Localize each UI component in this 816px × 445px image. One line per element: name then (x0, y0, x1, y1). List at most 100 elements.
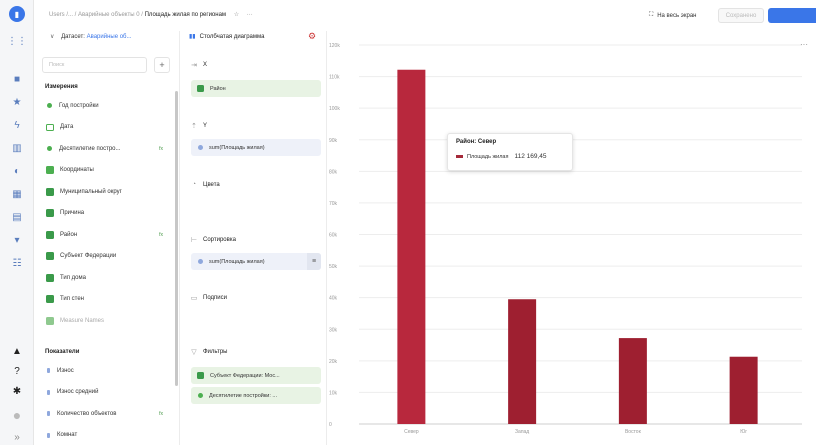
bar[interactable] (618, 338, 647, 424)
field-search-input[interactable]: Поиск (42, 57, 147, 73)
y-tick-label: 80k (329, 169, 338, 175)
app-logo-icon[interactable]: ▮ (9, 6, 25, 22)
labels-label: Подписи (203, 295, 227, 301)
collapse-icon[interactable]: » (10, 430, 24, 444)
favorites-icon[interactable]: ★ (10, 95, 24, 109)
apps-grid-icon[interactable]: ⋮⋮ (7, 34, 27, 48)
user-avatar[interactable]: ● (10, 407, 24, 423)
charts-icon[interactable]: ◐ (10, 164, 24, 178)
pin-icon[interactable]: ▲ (10, 344, 24, 358)
y-tick-label: 100k (329, 106, 340, 112)
left-nav-rail: ▮ ⋮⋮ ■ ★ ϟ ▥ ◐ ▦ ▤ ▾ ☷ ▲ ? ✱ ● » (0, 0, 34, 445)
filter-chip[interactable]: Субъект Федерации: Мос... (191, 367, 321, 384)
y-axis-label: Y (203, 123, 208, 129)
filter-chip[interactable]: Десятилетие постройки: ... (191, 387, 321, 404)
save-button[interactable]: Сохранено (718, 8, 764, 23)
measure-icon (198, 145, 203, 150)
dimension-type-icon (46, 187, 54, 196)
help-icon[interactable]: ? (10, 364, 24, 378)
bar[interactable] (397, 69, 426, 424)
field-label: Measure Names (60, 317, 105, 324)
field-label: Тип стен (60, 296, 84, 302)
visualization-type-label: Столбчатая диаграмма (199, 33, 265, 40)
more-icon[interactable]: ··· (247, 12, 253, 18)
chart-settings-icon[interactable]: ⚙ (308, 31, 316, 42)
x-chip-label: Район (210, 85, 226, 92)
bar[interactable] (729, 356, 758, 424)
dimension-field[interactable]: Measure Names (42, 312, 167, 329)
y-tick-label: 0 (329, 422, 332, 428)
y-axis-icon: ⇡ (191, 123, 197, 130)
x-tick-label: Восток (625, 429, 642, 435)
visualization-type-selector[interactable]: ▮▮ Столбчатая диаграмма (189, 33, 265, 41)
favorite-star-icon[interactable]: ☆ (234, 12, 239, 18)
field-label: Тип дома (60, 274, 86, 281)
dataset-label: Датасет: (61, 34, 85, 40)
dimension-field[interactable]: Десятилетие постро... fx (42, 140, 167, 157)
dimension-field[interactable]: Тип дома (42, 269, 167, 286)
sort-chip-label: sum(Площадь жилая) (209, 258, 265, 265)
dimension-dot-icon (47, 103, 52, 108)
x-axis-section: ⇥ X (190, 61, 207, 69)
filters-label: Фильтры (203, 349, 228, 355)
datasets-icon[interactable]: ▥ (10, 141, 24, 155)
dimension-field[interactable]: Муниципальный округ (42, 183, 167, 200)
measure-icon (198, 259, 203, 264)
measure-icon (47, 368, 50, 373)
dataset-selector[interactable]: ∨ Датасет: Аварийные об... (50, 33, 132, 40)
y-tick-label: 20k (329, 359, 338, 365)
measure-field[interactable]: Комнат (42, 427, 167, 444)
y-axis-chip[interactable]: sum(Площадь жилая) (191, 139, 321, 156)
filter-chip-label: Субъект Федерации: Мос... (210, 372, 280, 379)
dashboards-icon[interactable]: ▦ (10, 187, 24, 201)
formula-icon: fx (159, 231, 163, 238)
save-dropdown-button[interactable] (768, 8, 816, 23)
x-axis-chip[interactable]: Район (191, 80, 321, 97)
labels-section[interactable]: ▭ Подписи (190, 294, 227, 302)
series-swatch (456, 155, 463, 158)
y-tick-label: 110k (329, 75, 340, 81)
measures-heading: Показатели (45, 349, 80, 355)
y-tick-label: 50k (329, 264, 338, 270)
settings-sliders-icon[interactable]: ☷ (10, 256, 24, 270)
scrollbar[interactable] (175, 91, 178, 386)
breadcrumb-path[interactable]: Users /... / Аварийные объекты 0 / (49, 12, 143, 18)
colors-section[interactable]: ◔ Цвета (190, 181, 220, 188)
y-tick-label: 90k (329, 138, 338, 144)
folder-icon[interactable]: ■ (10, 72, 24, 86)
measure-icon (47, 389, 50, 395)
filter-icon: ▽ (191, 349, 197, 356)
dimension-field[interactable]: Дата (42, 119, 167, 136)
field-label: Район (60, 231, 78, 238)
labels-icon: ▭ (190, 295, 198, 302)
dimension-icon (197, 85, 204, 92)
connections-icon[interactable]: ϟ (10, 118, 24, 132)
reports-icon[interactable]: ▤ (10, 210, 24, 224)
dimension-field[interactable]: Субъект Федерации (42, 248, 167, 265)
chart-menu-icon[interactable]: ··· (800, 40, 808, 49)
dimension-field[interactable]: Координаты (42, 162, 167, 179)
add-field-button[interactable]: + (154, 57, 170, 73)
bar[interactable] (508, 299, 537, 424)
dimension-field[interactable]: Год постройки (42, 97, 167, 114)
dataset-name-link[interactable]: Аварийные об... (87, 34, 132, 40)
dimension-field[interactable]: Район fx (42, 226, 167, 243)
dimension-field[interactable]: Причина (42, 205, 167, 222)
tooltip-value: 112 169,45 (514, 153, 547, 160)
settings-gear-icon[interactable]: ✱ (10, 384, 24, 398)
sort-direction-icon[interactable]: ≡ (307, 253, 321, 270)
dimension-type-icon (46, 273, 54, 282)
tooltip-row: Площадь жилая 112 169,45 (456, 153, 564, 160)
sort-icon: ⊢ (190, 237, 198, 244)
bar-chart: 0 10k 20k 30k 40k 50k 60k 70k 80k 90k 100k 110k 120k… (329, 43, 802, 435)
cart-icon[interactable]: ▾ (10, 233, 24, 247)
x-tick-label: Север (404, 429, 419, 435)
measure-field[interactable]: Износ (42, 362, 167, 379)
sort-label: Сортировка (203, 237, 236, 243)
measure-field[interactable]: Количество объектов fx (42, 405, 167, 422)
sort-chip[interactable]: sum(Площадь жилая) ≡ (191, 253, 321, 270)
fullscreen-button[interactable]: ⛶ На весь экран (643, 8, 702, 23)
x-axis-icon: ⇥ (191, 62, 197, 69)
dimension-field[interactable]: Тип стен (42, 291, 167, 308)
measure-field[interactable]: Износ средний (42, 384, 167, 401)
